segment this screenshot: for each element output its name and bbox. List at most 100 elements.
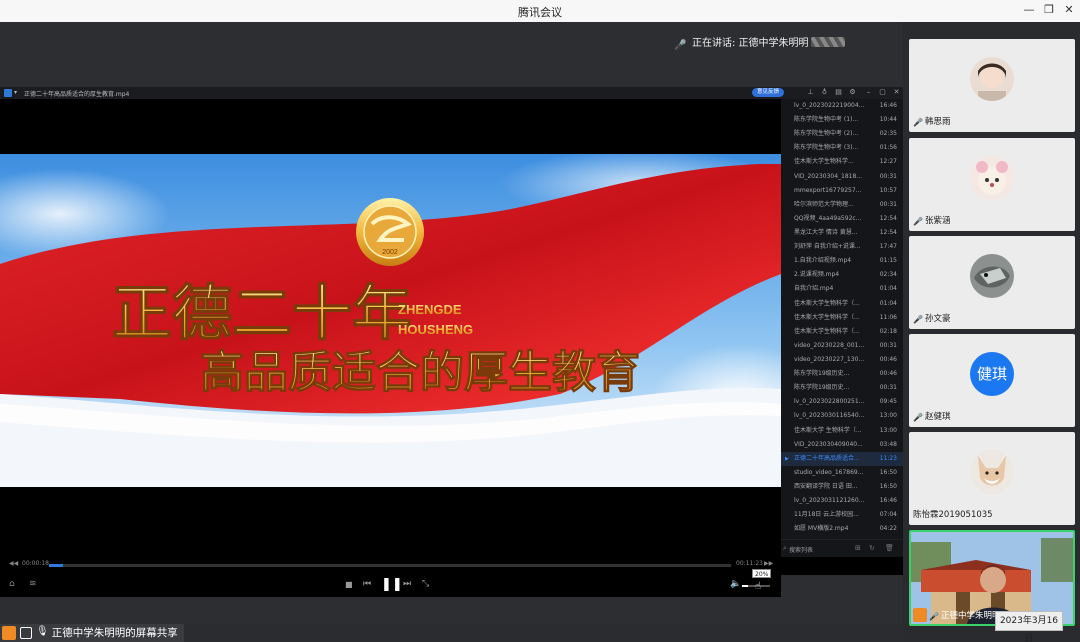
screen-share-icon — [20, 627, 32, 639]
video-brand-line1: ZHENGDE — [398, 302, 462, 317]
playlist-item[interactable]: 1.自我介绍视频.mp4 01:15 — [781, 254, 903, 268]
participant-tile[interactable]: 🎤 张紫涵 — [909, 138, 1075, 231]
playlist-item-name: 2.说课视频.mp4 — [794, 271, 840, 279]
playlist-item[interactable]: 佳木斯大学生物科学... 12:27 — [781, 155, 903, 169]
close-icon[interactable]: ✕ — [1062, 3, 1076, 17]
playlist-item-duration: 13:00 — [879, 412, 897, 420]
playlist-item-name: 正德二十年高品质适合... — [794, 454, 860, 462]
playlist-item[interactable]: lv_0_2023022219004... 16:46 — [781, 99, 903, 113]
playlist-item-duration: 00:46 — [879, 370, 897, 378]
playlist-item-name: mmexport16779257... — [794, 186, 862, 194]
playlist-item-name: studio_video_167869... — [794, 468, 864, 476]
playlist-item[interactable]: 11月18日 云上游校园... 07:04 — [781, 508, 903, 522]
playlist-item[interactable]: 自我介绍.mp4 01:04 — [781, 282, 903, 296]
volume-icon[interactable]: 🔈 — [730, 579, 741, 589]
participant-tile[interactable]: 🎤 韩思雨 — [909, 39, 1075, 132]
mic-muted-icon: 🎤 — [913, 315, 923, 324]
playlist-item[interactable]: VID_2023030409040... 03:48 — [781, 438, 903, 452]
playlist-item[interactable]: lv_0_2023030116540... 13:00 — [781, 409, 903, 423]
list-icon[interactable]: ▤ — [834, 88, 843, 97]
mic-icon: 🎙 — [36, 626, 49, 637]
loop-icon[interactable]: ↻ — [869, 544, 875, 552]
emblem-year: 2002 — [382, 249, 398, 256]
playlist-item-duration: 00:31 — [879, 172, 897, 180]
progress-track[interactable] — [49, 564, 731, 567]
playlist-item[interactable]: 佳木斯大学生物科学（... 02:18 — [781, 325, 903, 339]
playlist-item-active[interactable]: ▶ 正德二十年高品质适合... 11:23 — [781, 451, 903, 466]
playlist-item-name: QQ视频_4aa49a592c... — [794, 214, 862, 222]
playlist-item[interactable]: 佳木斯大学生物科学（... 11:06 — [781, 311, 903, 325]
add-file-icon[interactable]: ⊞ — [855, 544, 861, 552]
playlist-item[interactable]: 陈东学院19级历史... 00:46 — [781, 367, 903, 381]
mic-muted-icon: 🎤 — [913, 217, 923, 226]
playlist-item-duration: 16:46 — [879, 102, 897, 109]
speaking-indicator: 🎤 正在讲话: 正德中学朱明明 — [674, 34, 845, 52]
playlist-item[interactable]: 佳木斯大学 生物科学（... 13:00 — [781, 424, 903, 438]
fullscreen-icon[interactable]: ⤡ — [422, 579, 429, 589]
screen-share-bar[interactable]: 🎙 正德中学朱明明的屏幕共享 — [0, 624, 184, 642]
playlist-item[interactable]: video_20230227_130... 00:46 — [781, 353, 903, 367]
playlist-item[interactable]: 西安翻译学院 日语 田... 16:50 — [781, 480, 903, 494]
playlist-item-duration: 12:54 — [879, 214, 897, 222]
rewind-icon[interactable]: ◀◀ — [9, 560, 18, 567]
equalizer-icon[interactable]: ≋ — [29, 579, 37, 589]
pause-icon[interactable]: ❚❚ — [381, 577, 403, 592]
previous-icon[interactable]: ⏮ — [363, 579, 371, 589]
playlist-item[interactable]: 陈东学院生物中考 (3)... 01:56 — [781, 141, 903, 155]
player-logo-icon — [4, 89, 12, 97]
playlist-item[interactable]: 哈尔滨师范大学物理... 00:31 — [781, 198, 903, 212]
playlist-item-duration: 11:06 — [879, 313, 897, 321]
playlist-item[interactable]: VID_20230304_1818... 00:31 — [781, 170, 903, 184]
playlist-item-name: 11月18日 云上游校园... — [794, 511, 859, 519]
blurred-name — [810, 37, 845, 47]
participant-name: 陈怡霖2019051035 — [913, 510, 993, 520]
playlist-item-duration: 00:46 — [879, 355, 897, 363]
cursor-icon: ☝ — [755, 581, 762, 592]
playlist-item[interactable]: studio_video_167869... 16:50 — [781, 466, 903, 480]
participant-avatar — [970, 156, 1014, 200]
video-picture: 2002 正德二十年 ZHENGDE HOUSHENG 高品质适合的厚生教育 — [0, 154, 781, 487]
playlist-item[interactable]: 如愿 MV横版2.mp4 04:22 — [781, 522, 903, 536]
playlist-item[interactable]: 佳木斯大学生物科学（... 01:04 — [781, 297, 903, 311]
restore-icon[interactable]: ❐ — [1042, 3, 1056, 17]
player-close-icon[interactable]: ✕ — [892, 88, 901, 97]
playlist-item[interactable]: video_20230228_001... 00:31 — [781, 339, 903, 353]
feedback-button[interactable]: 意见反馈 — [752, 88, 785, 97]
playlist-item-duration: 10:57 — [879, 186, 897, 194]
settings-icon[interactable]: ⚙ — [848, 88, 857, 97]
pin-icon[interactable]: ⊥ — [806, 88, 815, 97]
menu-dropdown-icon[interactable]: ▾ — [14, 89, 17, 96]
minimize-icon[interactable]: — — [1022, 3, 1036, 17]
player-maximize-icon[interactable]: ▢ — [878, 88, 887, 97]
playlist-item[interactable]: lv_0_2023022800251... 09:45 — [781, 395, 903, 409]
bulb-icon[interactable]: ♁ — [820, 88, 829, 97]
playlist-item[interactable]: QQ视频_4aa49a592c... 12:54 — [781, 212, 903, 226]
forward-icon[interactable]: ▶▶ — [764, 560, 773, 567]
playlist-item-name: 佳木斯大学生物科学（... — [794, 327, 860, 335]
player-minimize-icon[interactable]: – — [864, 88, 873, 97]
playlist-item[interactable]: 陈东学院生物中考 (1)... 10:44 — [781, 113, 903, 127]
playlist-item[interactable]: 黑龙江大学 情诗 黄慧... 12:54 — [781, 226, 903, 240]
playlist-item-duration: 00:31 — [879, 341, 897, 349]
playlist-search[interactable]: 搜索列表 — [789, 545, 813, 554]
participant-tile[interactable]: 🎤 孙文豪 — [909, 236, 1075, 329]
playlist-item-name: VID_20230304_1818... — [794, 172, 863, 180]
stop-icon[interactable]: ■ — [345, 580, 353, 589]
next-icon[interactable]: ⏭ — [403, 579, 411, 589]
participant-name: 🎤 张紫涵 — [913, 216, 951, 226]
folder-icon[interactable]: ⌂ — [9, 579, 15, 589]
elapsed-time: 00:00:18 — [22, 560, 49, 567]
playlist-item[interactable]: mmexport16779257... 10:57 — [781, 184, 903, 198]
playlist-item-name: 佳木斯大学生物科学（... — [794, 313, 860, 321]
speaking-text: 正在讲话: 正德中学朱明明 — [692, 38, 809, 49]
search-icon: ⌕ — [783, 544, 787, 552]
participant-tile[interactable]: 陈怡霖2019051035 — [909, 432, 1075, 525]
playlist-item[interactable]: 2.说课视频.mp4 02:34 — [781, 268, 903, 282]
participant-tile[interactable]: 健琪 🎤 赵健琪 — [909, 334, 1075, 427]
playlist-item[interactable]: 陈东学院生物中考 (2)... 02:35 — [781, 127, 903, 141]
video-frame[interactable]: 2002 正德二十年 ZHENGDE HOUSHENG 高品质适合的厚生教育 — [0, 154, 781, 487]
playlist-item[interactable]: lv_0_2023031121260... 16:46 — [781, 494, 903, 508]
playlist-item[interactable]: 刘舒萍 自我介绍+说课... 17:47 — [781, 240, 903, 254]
playlist-item[interactable]: 陈东学院19级历史... 00:31 — [781, 381, 903, 395]
delete-icon[interactable]: 🗑 — [885, 544, 894, 552]
